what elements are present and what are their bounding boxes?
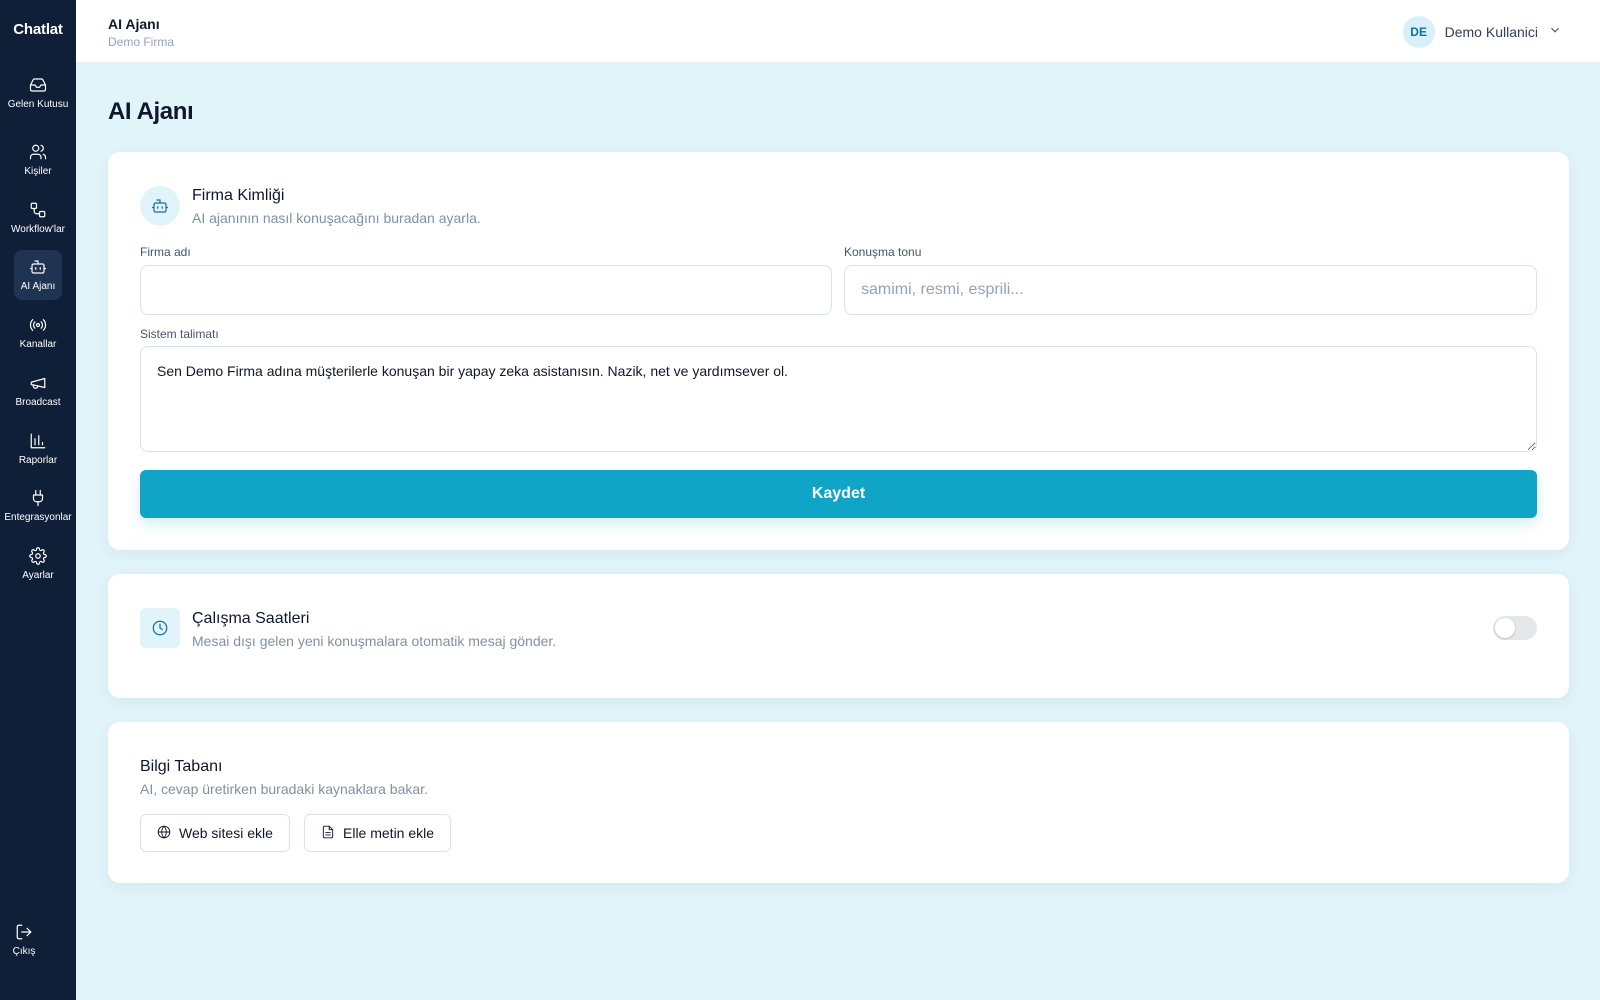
working-hours-title: Çalışma Saatleri xyxy=(192,610,310,627)
sidebar-item-label: Broadcast xyxy=(15,397,61,408)
header-subtitle: Demo Firma xyxy=(108,35,175,49)
top-bar: AI Ajanı Demo Firma DE Demo Kullanici xyxy=(76,0,1600,63)
radio-icon xyxy=(29,315,47,335)
add-text-button[interactable]: Elle metin ekle xyxy=(304,814,452,852)
sidebar-item-channels[interactable]: Kanallar xyxy=(14,308,62,358)
system-prompt-textarea[interactable]: Sen Demo Firma adına müşterilerle konuşa… xyxy=(140,346,1537,452)
working-hours-toggle[interactable] xyxy=(1493,616,1537,640)
gear-icon xyxy=(29,546,47,566)
bot-icon xyxy=(140,186,180,226)
toggle-knob xyxy=(1495,618,1515,638)
header-title: AI Ajanı xyxy=(108,16,160,32)
working-hours-description: Mesai dışı gelen yeni konuşmalara otomat… xyxy=(192,633,557,649)
save-button[interactable]: Kaydet xyxy=(140,470,1537,518)
knowledge-base-title: Bilgi Tabanı xyxy=(140,758,223,775)
knowledge-base-card: Bilgi Tabanı AI, cevap üretirken buradak… xyxy=(108,722,1569,883)
add-website-label: Web sitesi ekle xyxy=(179,825,273,841)
user-menu[interactable]: DE Demo Kullanici xyxy=(1402,16,1562,48)
globe-icon xyxy=(157,825,171,842)
identity-card: Firma Kimliği AI ajanının nasıl konuşaca… xyxy=(108,152,1569,550)
identity-description: AI ajanının nasıl konuşacağını buradan a… xyxy=(192,210,481,226)
sidebar-item-reports[interactable]: Raporlar xyxy=(14,424,62,474)
identity-title: Firma Kimliği xyxy=(192,187,285,204)
sidebar-item-settings[interactable]: Ayarlar xyxy=(14,539,62,589)
sidebar-item-label: Raporlar xyxy=(18,455,58,466)
add-website-button[interactable]: Web sitesi ekle xyxy=(140,814,290,852)
megaphone-icon xyxy=(29,373,47,393)
sidebar-item-label: Entegrasyonlar xyxy=(4,512,72,523)
sidebar-item-label: Ayarlar xyxy=(22,570,54,581)
add-text-label: Elle metin ekle xyxy=(343,825,435,841)
logout-icon xyxy=(15,922,33,942)
sidebar: Chatlat Gelen Kutusu Kişiler Workflow'la… xyxy=(0,0,76,1000)
sidebar-item-label: Gelen Kutusu xyxy=(7,99,69,110)
sidebar-item-workflows[interactable]: Workflow'lar xyxy=(11,193,65,243)
file-text-icon xyxy=(321,825,335,842)
bar-chart-icon xyxy=(29,431,47,451)
tone-input[interactable] xyxy=(844,265,1537,315)
workflow-icon xyxy=(29,200,47,220)
avatar: DE xyxy=(1402,16,1435,48)
logout-button[interactable]: Çıkış xyxy=(0,915,48,965)
sidebar-item-label: AI Ajanı xyxy=(20,281,56,292)
sidebar-item-integrations[interactable]: Entegrasyonlar xyxy=(4,481,72,531)
brand-logo: Chatlat xyxy=(13,21,63,38)
knowledge-base-description: AI, cevap üretirken buradaki kaynaklara … xyxy=(140,781,428,797)
system-prompt-label: Sistem talimatı xyxy=(140,327,219,341)
clock-icon xyxy=(140,608,180,648)
bot-icon xyxy=(29,257,47,277)
tone-label: Konuşma tonu xyxy=(844,245,922,259)
sidebar-item-broadcast[interactable]: Broadcast xyxy=(14,366,62,416)
company-name-input[interactable] xyxy=(140,265,832,315)
page-title: AI Ajanı xyxy=(108,98,194,125)
users-icon xyxy=(29,142,47,162)
sidebar-item-label: Kanallar xyxy=(19,339,57,350)
inbox-icon xyxy=(29,75,47,95)
company-name-label: Firma adı xyxy=(140,245,191,259)
sidebar-item-contacts[interactable]: Kişiler xyxy=(14,135,62,185)
plug-icon xyxy=(29,488,47,508)
sidebar-item-ai-agent[interactable]: AI Ajanı xyxy=(14,250,62,300)
user-name: Demo Kullanici xyxy=(1444,24,1538,40)
logout-label: Çıkış xyxy=(12,946,36,957)
working-hours-card: Çalışma Saatleri Mesai dışı gelen yeni k… xyxy=(108,574,1569,698)
sidebar-item-inbox[interactable]: Gelen Kutusu xyxy=(8,68,68,118)
chevron-down-icon xyxy=(1548,23,1562,42)
sidebar-item-label: Workflow'lar xyxy=(11,224,65,235)
sidebar-item-label: Kişiler xyxy=(24,166,52,177)
